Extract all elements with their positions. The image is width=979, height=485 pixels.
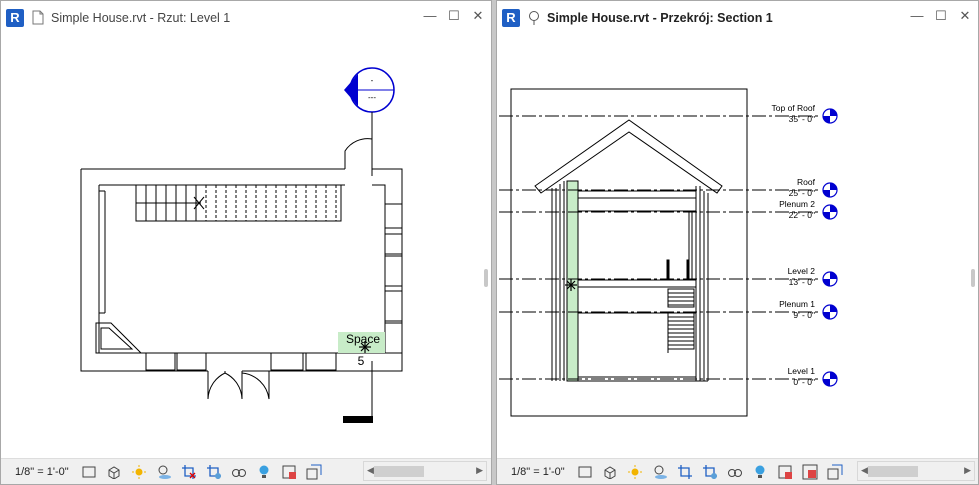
view-scale[interactable]: 1/8" = 1'-0"	[511, 466, 571, 478]
horizontal-scrollbar[interactable]: ◀ ▶	[363, 461, 487, 481]
scrollbar-thumb[interactable]	[374, 466, 424, 477]
minimize-button[interactable]: —	[423, 9, 437, 23]
reveal-hidden-icon[interactable]	[253, 463, 275, 481]
reveal-hidden-icon[interactable]	[749, 463, 771, 481]
maximize-button[interactable]: ☐	[447, 9, 461, 23]
worksharing-icon[interactable]	[799, 463, 821, 481]
shadows-icon[interactable]	[649, 463, 671, 481]
level-elevation: 0' - 0"	[793, 377, 815, 387]
close-button[interactable]: ✕	[958, 9, 972, 23]
scroll-left-icon[interactable]: ◀	[861, 465, 868, 476]
maximize-button[interactable]: ☐	[934, 9, 948, 23]
temporary-hide-icon[interactable]	[724, 463, 746, 481]
view-control-bar: 1/8" = 1'-0" ◀ ▶	[1, 458, 491, 484]
scroll-right-icon[interactable]: ▶	[964, 465, 971, 476]
level-0[interactable]: Top of Roof35' - 0"	[499, 103, 838, 124]
revit-app-icon[interactable]: R	[6, 8, 24, 27]
drawing-canvas[interactable]: - --- Space 5	[1, 34, 491, 460]
close-button[interactable]: ✕	[471, 9, 485, 23]
window-title: Simple House.rvt - Przekrój: Section 1	[547, 10, 773, 25]
visual-style-icon[interactable]	[103, 463, 125, 481]
shadows-icon[interactable]	[153, 463, 175, 481]
level-head-fill	[823, 279, 830, 286]
level-head-fill	[830, 183, 837, 190]
section-window[interactable]: R Simple House.rvt - Przekrój: Section 1…	[496, 0, 979, 485]
view-scale[interactable]: 1/8" = 1'-0"	[15, 466, 75, 478]
temporary-view-properties-icon[interactable]	[278, 463, 300, 481]
view-control-bar: 1/8" = 1'-0" ◀ ▶	[497, 458, 978, 484]
level-head-fill	[830, 109, 837, 116]
roof[interactable]	[534, 119, 723, 194]
level-name: Top of Roof	[772, 103, 816, 113]
scroll-right-icon[interactable]: ▶	[476, 465, 483, 476]
show-crop-icon[interactable]	[203, 463, 225, 481]
analytical-model-icon[interactable]	[824, 463, 846, 481]
level-head-fill	[830, 372, 837, 379]
level-head-fill	[830, 272, 837, 279]
level-elevation: 22' - 0"	[789, 210, 815, 220]
stairs[interactable]	[135, 184, 342, 222]
level-head-fill	[823, 379, 830, 386]
level-2[interactable]: Plenum 222' - 0"	[499, 199, 838, 220]
sun-path-icon[interactable]	[128, 463, 150, 481]
visual-style-icon[interactable]	[599, 463, 621, 481]
show-crop-icon[interactable]	[699, 463, 721, 481]
elevation-marker[interactable]: - ---	[344, 67, 395, 176]
level-elevation: 35' - 0"	[789, 114, 815, 124]
detail-level-icon[interactable]	[574, 463, 596, 481]
level-head-fill	[823, 312, 830, 319]
section-drawing[interactable]: Top of Roof35' - 0" Roof25' - 0"Plenum 22…	[497, 34, 979, 460]
scrollbar-thumb[interactable]	[868, 466, 918, 477]
level-head-fill	[823, 116, 830, 123]
vertical-scrollbar[interactable]	[484, 269, 488, 287]
level-name: Level 1	[788, 366, 816, 376]
space-label: Space	[346, 332, 380, 346]
title-bar[interactable]: R Simple House.rvt - Rzut: Level 1 — ☐ ✕	[1, 1, 491, 34]
floor-plan-drawing[interactable]: - --- Space 5	[1, 34, 493, 460]
elevation-tag-bottom: ---	[368, 93, 376, 102]
level-head-fill	[823, 212, 830, 219]
level-head-fill	[823, 190, 830, 197]
crop-region[interactable]	[510, 88, 748, 417]
level-head-fill	[830, 305, 837, 312]
section-head[interactable]	[343, 416, 373, 423]
scroll-left-icon[interactable]: ◀	[367, 465, 374, 476]
level-head-fill	[830, 205, 837, 212]
window-title: Simple House.rvt - Rzut: Level 1	[51, 10, 231, 25]
walls[interactable]	[80, 138, 403, 400]
drawing-canvas[interactable]: Top of Roof 35' - 0" Roof 25' - 0" Plenum 22…	[497, 34, 978, 460]
level-name: Plenum 1	[779, 299, 815, 309]
minimize-button[interactable]: —	[910, 9, 924, 23]
crop-view-icon[interactable]	[674, 463, 696, 481]
crop-view-icon[interactable]	[178, 463, 200, 481]
vertical-scrollbar[interactable]	[971, 269, 975, 287]
temporary-hide-icon[interactable]	[228, 463, 250, 481]
section-view-icon	[526, 9, 542, 27]
horizontal-scrollbar[interactable]: ◀ ▶	[857, 461, 975, 481]
temporary-view-properties-icon[interactable]	[774, 463, 796, 481]
level-elevation: 25' - 0"	[789, 188, 815, 198]
elevation-tag-top: -	[371, 76, 374, 85]
level-name: Plenum 2	[779, 199, 815, 209]
detail-level-icon[interactable]	[78, 463, 100, 481]
level-name: Roof	[797, 177, 816, 187]
title-bar[interactable]: R Simple House.rvt - Przekrój: Section 1…	[497, 1, 978, 34]
sun-path-icon[interactable]	[624, 463, 646, 481]
revit-app-icon[interactable]: R	[502, 8, 520, 27]
level-elevation: 9' - 0"	[793, 310, 815, 320]
level-name: Level 2	[788, 266, 816, 276]
floor-plan-view-icon	[30, 9, 46, 27]
space-number: 5	[358, 354, 365, 368]
analytical-model-icon[interactable]	[303, 463, 325, 481]
level-elevation: 13' - 0"	[789, 277, 815, 287]
floor-plan-window[interactable]: R Simple House.rvt - Rzut: Level 1 — ☐ ✕…	[0, 0, 492, 485]
section-walls[interactable]	[551, 180, 709, 382]
